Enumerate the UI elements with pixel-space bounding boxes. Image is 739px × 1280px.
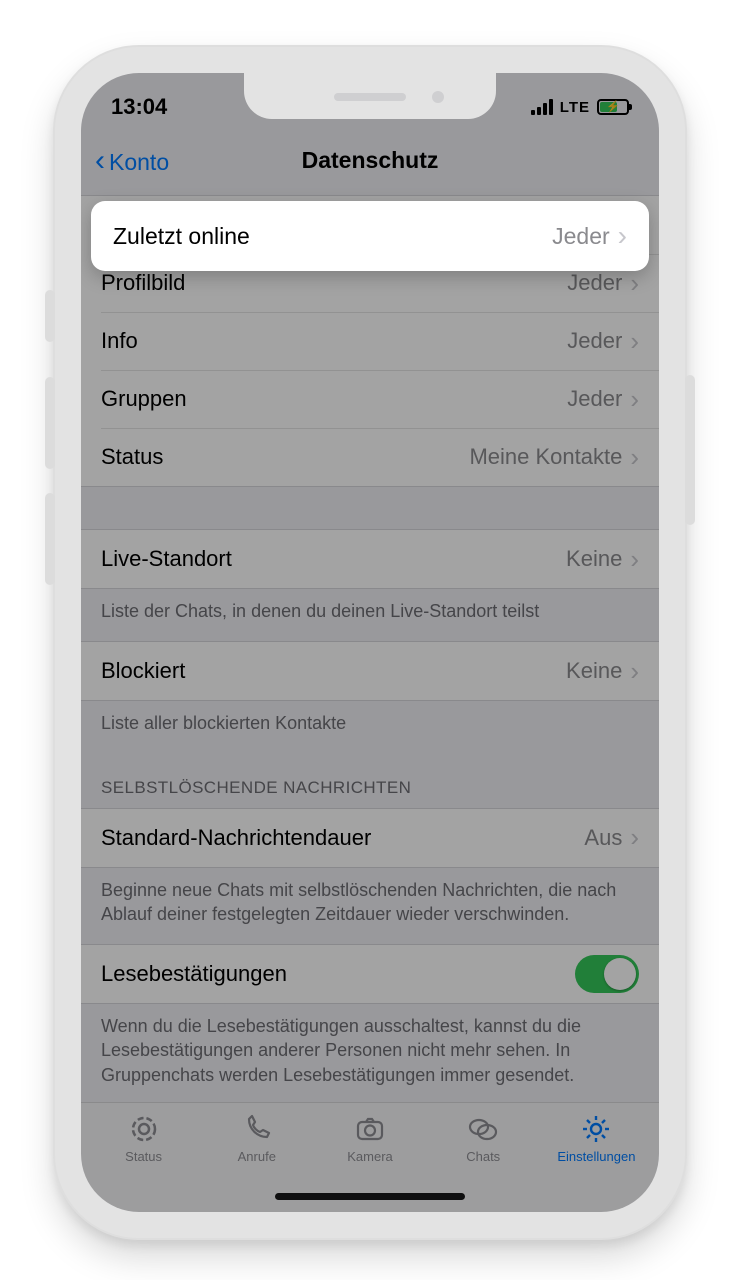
live-location-group: Live-Standort Keine › xyxy=(81,530,659,588)
read-receipts-toggle[interactable] xyxy=(575,955,639,993)
chevron-right-icon: › xyxy=(630,384,639,415)
side-button xyxy=(685,375,695,525)
tab-label: Kamera xyxy=(347,1149,393,1164)
home-indicator[interactable] xyxy=(275,1193,465,1200)
status-time: 13:04 xyxy=(111,94,167,120)
tab-label: Chats xyxy=(466,1149,500,1164)
camera-icon xyxy=(352,1111,388,1147)
side-button xyxy=(45,493,55,585)
row-label: Info xyxy=(101,328,567,354)
tab-label: Einstellungen xyxy=(557,1149,635,1164)
group-footer: Liste der Chats, in denen du deinen Live… xyxy=(81,589,659,641)
group-footer: Liste aller blockierten Kontakte xyxy=(81,701,659,753)
tab-label: Anrufe xyxy=(238,1149,276,1164)
chevron-right-icon: › xyxy=(630,268,639,299)
row-default-duration[interactable]: Standard-Nachrichtendauer Aus › xyxy=(81,809,659,867)
phone-mockup: 13:04 LTE ⚡ ‹ Konto Datenschutz Zuletzt … xyxy=(53,45,687,1240)
disappearing-messages-group: Standard-Nachrichtendauer Aus › xyxy=(81,809,659,867)
row-value: Keine xyxy=(566,546,622,572)
row-status[interactable]: Status Meine Kontakte › xyxy=(81,428,659,486)
row-blocked[interactable]: Blockiert Keine › xyxy=(81,642,659,700)
row-value: Jeder xyxy=(552,223,610,250)
row-label: Live-Standort xyxy=(101,546,566,572)
row-value: Jeder xyxy=(567,328,622,354)
highlighted-row-last-seen[interactable]: Zuletzt online Jeder › xyxy=(91,201,649,271)
tab-calls[interactable]: Anrufe xyxy=(200,1111,313,1180)
blocked-group: Blockiert Keine › xyxy=(81,642,659,700)
tab-settings[interactable]: Einstellungen xyxy=(540,1111,653,1180)
side-button xyxy=(45,377,55,469)
row-label: Status xyxy=(101,444,469,470)
row-label: Standard-Nachrichtendauer xyxy=(101,825,584,851)
network-label: LTE xyxy=(560,99,590,116)
chevron-right-icon: › xyxy=(630,822,639,853)
group-footer: Beginne neue Chats mit selbstlöschenden … xyxy=(81,868,659,945)
chats-icon xyxy=(465,1111,501,1147)
chevron-right-icon: › xyxy=(630,544,639,575)
chevron-right-icon: › xyxy=(618,220,627,252)
tab-chats[interactable]: Chats xyxy=(427,1111,540,1180)
row-read-receipts[interactable]: Lesebestätigungen xyxy=(81,945,659,1003)
status-icon xyxy=(126,1111,162,1147)
row-label: Zuletzt online xyxy=(113,223,552,250)
row-value: Jeder xyxy=(567,386,622,412)
tab-bar: Status Anrufe Kamera Chats Einstellungen xyxy=(81,1102,659,1212)
screen: 13:04 LTE ⚡ ‹ Konto Datenschutz Zuletzt … xyxy=(81,73,659,1212)
phone-icon xyxy=(239,1111,275,1147)
group-footer: Wenn du die Lesebestätigungen ausschalte… xyxy=(81,1004,659,1105)
group-header: SELBSTLÖSCHENDE NACHRICHTEN xyxy=(81,754,659,808)
row-value: Aus xyxy=(584,825,622,851)
tab-status[interactable]: Status xyxy=(87,1111,200,1180)
tab-label: Status xyxy=(125,1149,162,1164)
gear-icon xyxy=(578,1111,614,1147)
row-live-location[interactable]: Live-Standort Keine › xyxy=(81,530,659,588)
row-label: Gruppen xyxy=(101,386,567,412)
page-title: Datenschutz xyxy=(302,147,439,174)
chevron-right-icon: › xyxy=(630,442,639,473)
row-info[interactable]: Info Jeder › xyxy=(81,312,659,370)
row-label: Lesebestätigungen xyxy=(101,961,575,987)
notch xyxy=(244,73,496,119)
chevron-right-icon: › xyxy=(630,656,639,687)
settings-content: Zuletzt online Jeder › Profilbild Jeder … xyxy=(81,195,659,1105)
back-label: Konto xyxy=(109,149,169,176)
nav-header: ‹ Konto Datenschutz xyxy=(81,135,659,195)
signal-icon xyxy=(531,99,553,115)
status-indicators: LTE ⚡ xyxy=(531,99,629,116)
back-button[interactable]: ‹ Konto xyxy=(95,149,169,176)
row-label: Blockiert xyxy=(101,658,566,684)
read-receipts-group: Lesebestätigungen xyxy=(81,945,659,1003)
side-button xyxy=(45,290,55,342)
row-groups[interactable]: Gruppen Jeder › xyxy=(81,370,659,428)
row-value: Meine Kontakte xyxy=(469,444,622,470)
chevron-right-icon: › xyxy=(630,326,639,357)
tab-camera[interactable]: Kamera xyxy=(313,1111,426,1180)
row-label: Profilbild xyxy=(101,270,567,296)
row-value: Keine xyxy=(566,658,622,684)
battery-icon: ⚡ xyxy=(597,99,629,115)
row-value: Jeder xyxy=(567,270,622,296)
